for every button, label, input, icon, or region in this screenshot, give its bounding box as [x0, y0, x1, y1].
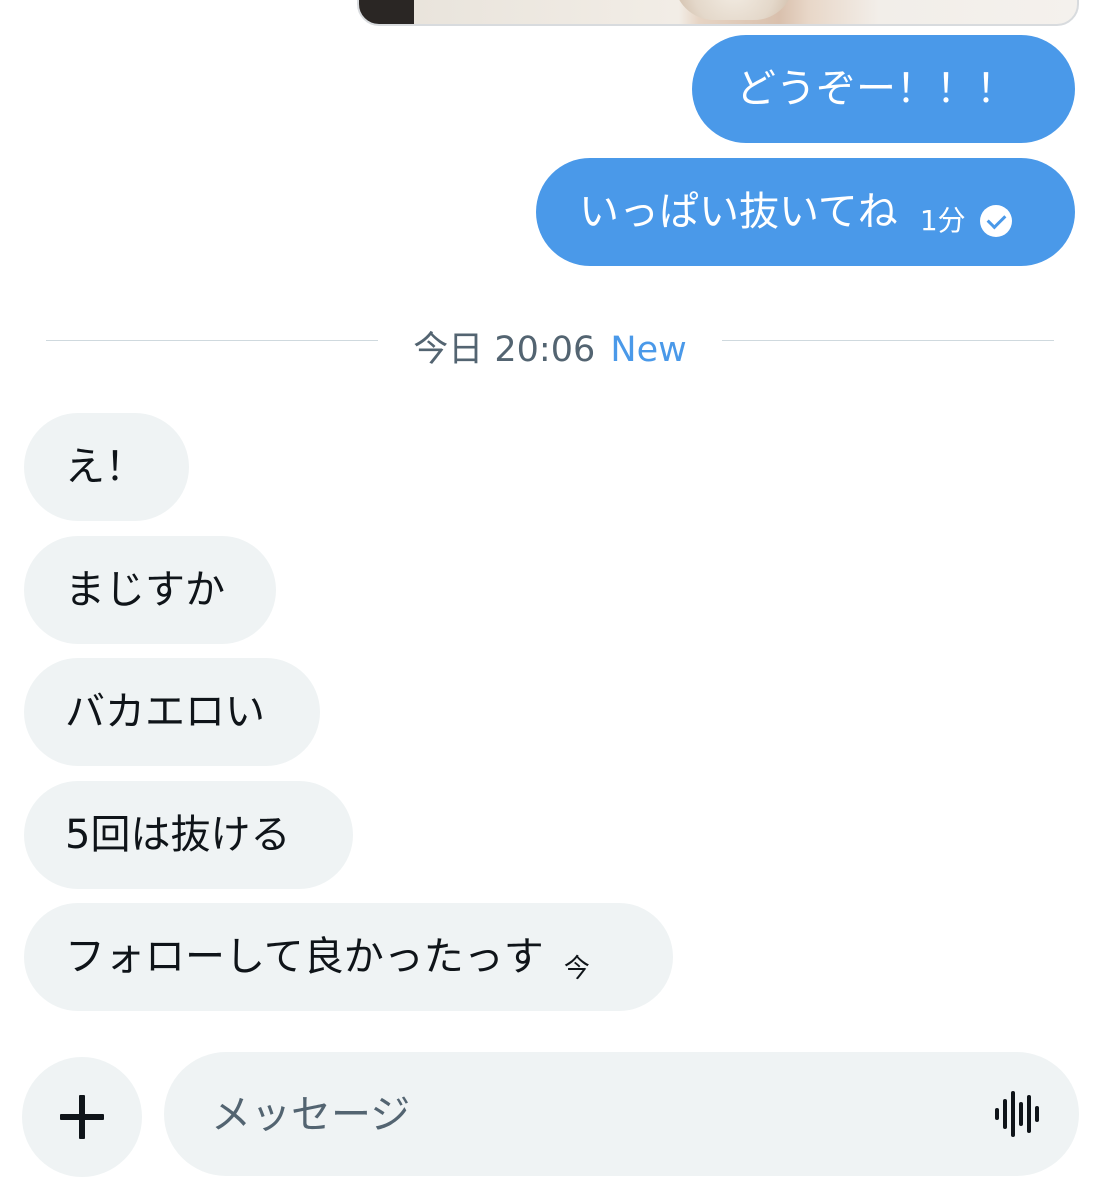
- incoming-message[interactable]: 5回は抜ける: [24, 781, 353, 889]
- incoming-message[interactable]: バカエロい: [24, 658, 320, 766]
- voice-waveform-icon[interactable]: [993, 1089, 1043, 1139]
- divider-line-right: [722, 340, 1054, 341]
- message-text: まじすか: [65, 567, 225, 613]
- message-input[interactable]: [209, 1052, 973, 1178]
- divider-label: 今日 20:06 New: [46, 321, 1054, 372]
- image-attachment[interactable]: [357, 0, 1079, 26]
- add-media-button[interactable]: [22, 1057, 142, 1177]
- message-text: いっぱい抜いてね: [579, 189, 898, 235]
- message-text: バカエロい: [65, 689, 265, 735]
- message-meta: 1分: [920, 205, 1012, 237]
- plus-icon: [60, 1095, 104, 1139]
- message-text: え！: [65, 444, 145, 490]
- incoming-message[interactable]: フォローして良かったっす 今: [24, 903, 673, 1011]
- read-check-icon: [979, 205, 1012, 237]
- outgoing-message[interactable]: どうぞー！！！: [692, 35, 1075, 143]
- incoming-message[interactable]: え！: [24, 413, 189, 521]
- dm-conversation-screen: どうぞー！！！ いっぱい抜いてね 1分 今日 20:06 New え！ まじすか…: [0, 0, 1101, 1200]
- message-time: 今: [563, 954, 590, 984]
- outgoing-message[interactable]: いっぱい抜いてね 1分: [536, 158, 1075, 266]
- message-composer[interactable]: [164, 1052, 1079, 1178]
- divider-time: 今日 20:06: [413, 330, 596, 370]
- incoming-message[interactable]: まじすか: [24, 536, 276, 644]
- new-badge: New: [610, 330, 687, 370]
- message-time: 1分: [919, 204, 966, 237]
- message-text: フォローして良かったっす: [65, 934, 544, 980]
- message-text: どうぞー！！！: [736, 66, 1016, 112]
- image-content: [674, 0, 794, 20]
- message-text: 5回は抜ける: [65, 812, 291, 858]
- new-messages-divider: 今日 20:06 New: [46, 315, 1054, 370]
